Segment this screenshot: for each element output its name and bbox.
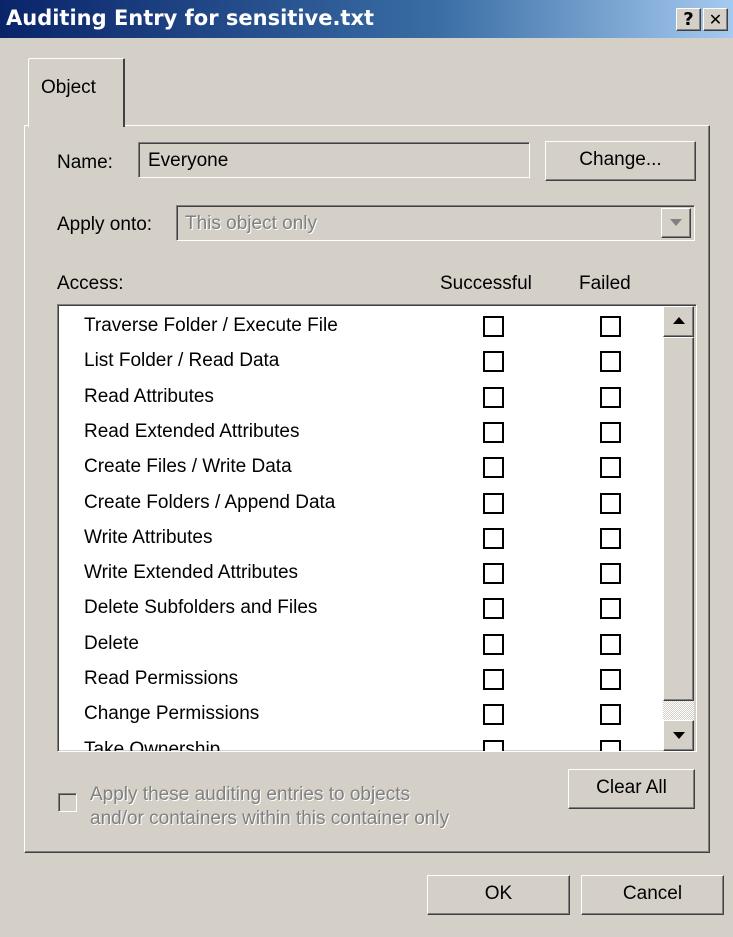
apply-onto-value: This object only <box>185 213 318 234</box>
clear-all-button[interactable]: Clear All <box>568 769 695 809</box>
access-row-label: Read Attributes <box>84 385 214 407</box>
cancel-button[interactable]: Cancel <box>581 875 724 915</box>
failed-checkbox[interactable] <box>600 421 621 443</box>
chevron-down-icon <box>670 219 682 226</box>
access-row-label: Create Files / Write Data <box>84 456 292 478</box>
window-title: Auditing Entry for sensitive.txt <box>6 6 375 30</box>
failed-checkbox[interactable] <box>600 351 621 373</box>
access-row-label: Write Attributes <box>84 526 213 548</box>
access-row-label: Write Extended Attributes <box>84 562 299 584</box>
failed-checkbox[interactable] <box>600 316 621 337</box>
scroll-track[interactable] <box>663 700 694 722</box>
access-row-label: Change Permissions <box>84 703 260 725</box>
failed-checkbox[interactable] <box>600 563 621 585</box>
successful-checkbox[interactable] <box>483 421 504 443</box>
access-row-label: Delete Subfolders and Files <box>84 597 318 619</box>
scroll-thumb[interactable] <box>663 337 694 701</box>
arrow-up-icon <box>673 317 685 324</box>
access-row-label: Read Permissions <box>84 668 239 689</box>
help-button[interactable]: ? <box>676 8 701 31</box>
failed-header: Failed <box>579 273 631 294</box>
access-row-label: Traverse Folder / Execute File <box>84 315 338 336</box>
tab-object-label: Object <box>41 77 96 98</box>
scroll-up-button[interactable] <box>663 306 694 337</box>
vertical-scrollbar[interactable] <box>663 306 696 751</box>
name-field: Everyone <box>138 142 530 178</box>
ok-button[interactable]: OK <box>427 875 570 915</box>
successful-checkbox[interactable] <box>483 563 504 585</box>
access-row-label: Delete <box>84 632 139 654</box>
successful-checkbox[interactable] <box>483 351 504 373</box>
successful-checkbox[interactable] <box>483 492 504 514</box>
access-list[interactable]: Traverse Folder / Execute File List Folde… <box>57 304 697 752</box>
access-row-label: Read Extended Attributes <box>84 420 300 442</box>
apply-inheritance-checkbox[interactable] <box>58 793 77 812</box>
name-label: Name: <box>57 152 113 173</box>
successful-checkbox[interactable] <box>483 457 504 479</box>
failed-checkbox[interactable] <box>600 492 621 514</box>
successful-checkbox[interactable] <box>483 598 504 620</box>
successful-checkbox[interactable] <box>483 669 504 690</box>
arrow-down-icon <box>673 732 685 739</box>
failed-checkbox[interactable] <box>600 527 621 549</box>
title-bar[interactable]: Auditing Entry for sensitive.txt ? ✕ <box>0 0 733 38</box>
close-button[interactable]: ✕ <box>703 8 728 31</box>
failed-checkbox[interactable] <box>600 704 621 726</box>
successful-checkbox[interactable] <box>483 739 504 751</box>
successful-checkbox[interactable] <box>483 386 504 408</box>
access-row-label: List Folder / Read Data <box>84 350 280 372</box>
failed-checkbox[interactable] <box>600 598 621 620</box>
change-button[interactable]: Change... <box>545 141 696 181</box>
apply-inheritance-line2: and/or containers within this container … <box>90 808 450 829</box>
failed-checkbox[interactable] <box>600 739 621 751</box>
failed-checkbox[interactable] <box>600 457 621 479</box>
access-header: Access: <box>57 273 124 294</box>
apply-inheritance-label: Apply these auditing entries to objects … <box>90 783 449 831</box>
failed-checkbox[interactable] <box>600 669 621 690</box>
apply-onto-dropdown-button[interactable] <box>661 208 691 238</box>
successful-checkbox[interactable] <box>483 316 504 337</box>
access-row-label: Create Folders / Append Data <box>84 491 336 513</box>
apply-onto-select[interactable]: This object only <box>176 205 695 241</box>
name-value: Everyone <box>148 150 229 171</box>
scroll-down-button[interactable] <box>663 720 694 751</box>
apply-inheritance-line1: Apply these auditing entries to objects <box>90 784 411 805</box>
access-row-label: Take Ownership <box>84 738 221 752</box>
tab-object[interactable]: Object <box>28 58 125 127</box>
apply-onto-label: Apply onto: <box>57 214 153 235</box>
failed-checkbox[interactable] <box>600 386 621 408</box>
failed-checkbox[interactable] <box>600 633 621 655</box>
successful-checkbox[interactable] <box>483 527 504 549</box>
successful-checkbox[interactable] <box>483 633 504 655</box>
successful-checkbox[interactable] <box>483 704 504 726</box>
successful-header: Successful <box>440 273 532 294</box>
